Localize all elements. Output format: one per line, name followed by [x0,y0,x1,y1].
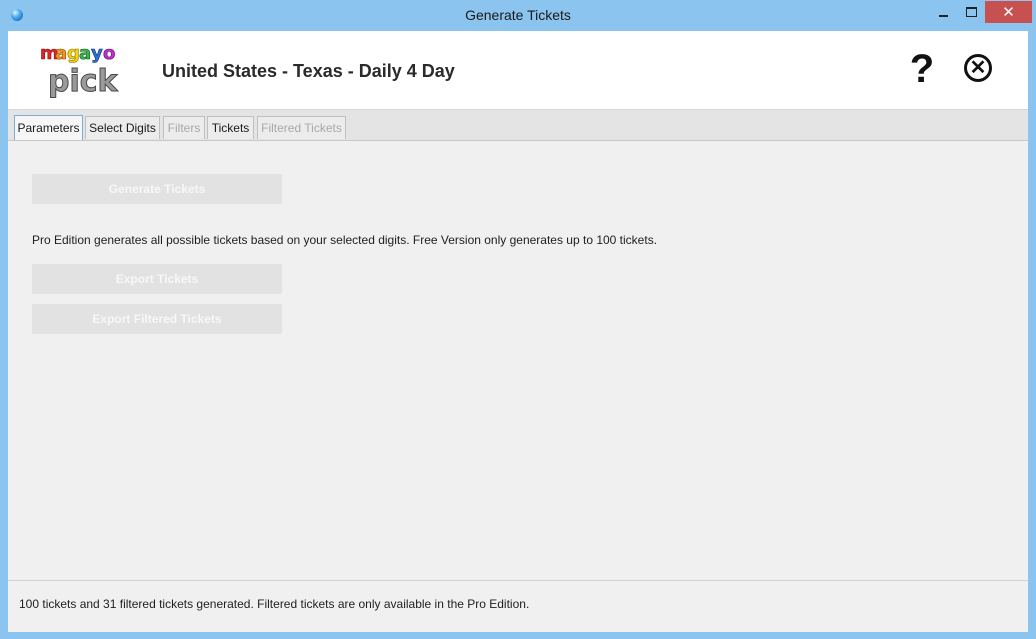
parameters-panel: Generate Tickets Pro Edition generates a… [8,141,1028,579]
svg-text:a: a [55,43,67,64]
svg-text:o: o [103,43,115,64]
minimize-button[interactable] [929,1,957,23]
magayo-pick-logo: m a g a y o pick [40,43,119,99]
minimize-icon [938,15,948,17]
client-area: m a g a y o pick United States - Texas -… [8,31,1028,632]
maximize-icon [965,7,977,17]
export-tickets-button[interactable]: Export Tickets [32,264,282,294]
window-title: Generate Tickets [465,7,571,23]
status-bar: 100 tickets and 31 filtered tickets gene… [8,580,1028,632]
tab-tickets[interactable]: Tickets [207,116,254,139]
tab-filters: Filters [163,116,205,139]
app-window: Generate Tickets ✕ m a g a y o pick Unit… [0,0,1036,639]
edition-note: Pro Edition generates all possible ticke… [32,233,658,247]
generate-tickets-button[interactable]: Generate Tickets [32,174,282,204]
tab-filtered-tickets: Filtered Tickets [257,116,346,139]
page-title: United States - Texas - Daily 4 Day [162,61,455,81]
svg-text:pick: pick [48,64,119,99]
svg-text:y: y [91,43,103,64]
tab-bar: Parameters Select Digits Filters Tickets… [8,110,1028,141]
maximize-button[interactable] [957,1,985,23]
close-circle-button[interactable]: ✕ [964,54,992,82]
svg-text:g: g [67,43,80,64]
title-bar[interactable]: Generate Tickets ✕ [0,0,1036,31]
window-close-button[interactable]: ✕ [985,1,1032,23]
status-text: 100 tickets and 31 filtered tickets gene… [19,597,530,611]
export-filtered-tickets-button[interactable]: Export Filtered Tickets [32,304,282,334]
header: m a g a y o pick United States - Texas -… [8,31,1028,110]
svg-text:a: a [79,43,91,64]
tab-select-digits[interactable]: Select Digits [85,116,160,139]
tab-parameters[interactable]: Parameters [14,115,83,140]
help-button[interactable]: ? [904,47,940,91]
